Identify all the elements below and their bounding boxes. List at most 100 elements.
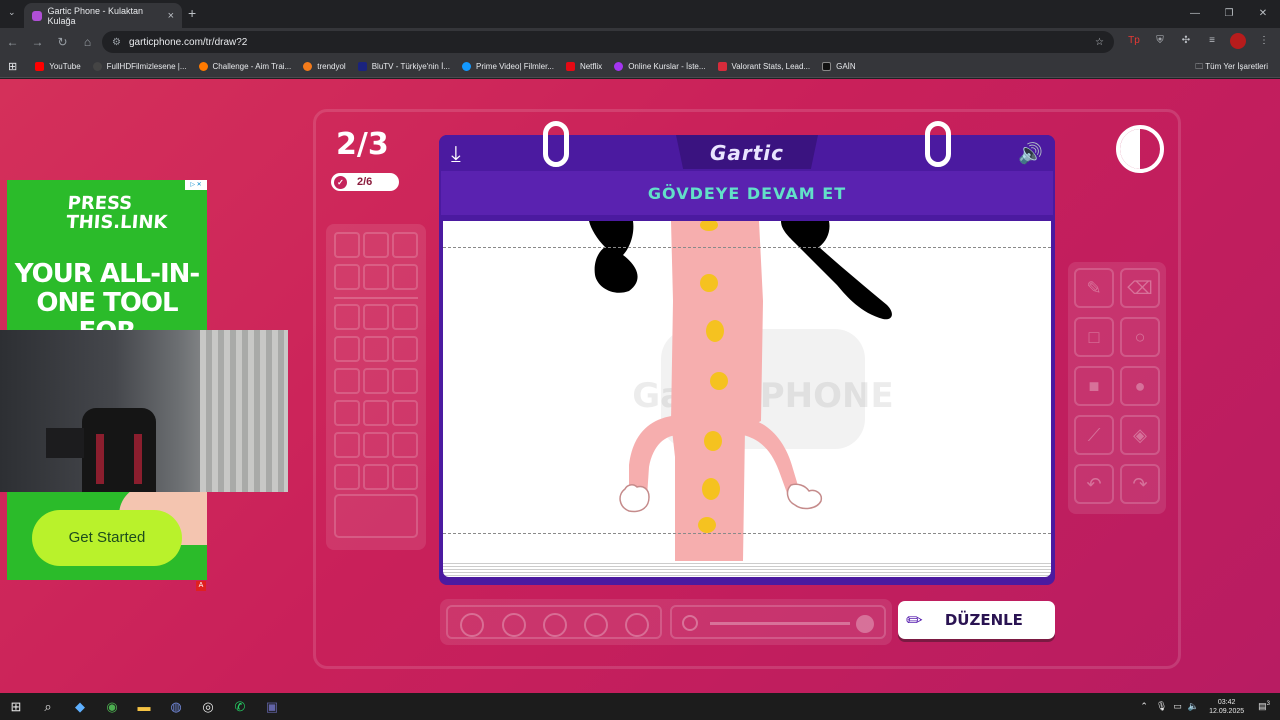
sound-icon[interactable]: 🔊 [1018, 141, 1043, 166]
color-swatch[interactable] [334, 264, 360, 290]
search-icon[interactable]: ⌕ [32, 699, 64, 715]
brush-size-option[interactable] [543, 613, 567, 637]
extensions-puzzle-icon[interactable]: ✣ [1178, 33, 1194, 49]
network-icon[interactable]: ▭ [1173, 701, 1182, 712]
brush-size-option[interactable] [502, 613, 526, 637]
reload-icon[interactable]: ↻ [50, 35, 75, 49]
color-swatch[interactable] [392, 464, 418, 490]
shield-extension-icon[interactable]: ⛨ [1152, 33, 1168, 49]
bookmark-aimtrainer[interactable]: Challenge - Aim Trai... [198, 62, 291, 71]
theme-toggle-icon[interactable] [1116, 125, 1164, 173]
clock[interactable]: 03:42 12.09.2025 [1209, 698, 1244, 716]
address-bar[interactable]: ⚙ garticphone.com/tr/draw?2 ☆ [102, 31, 1114, 53]
opacity-handle[interactable] [856, 615, 874, 633]
color-swatch[interactable] [334, 336, 360, 362]
color-swatch[interactable] [334, 432, 360, 458]
all-bookmarks-folder[interactable]: 🗀 Tüm Yer İşaretleri [1195, 61, 1268, 75]
microphone-icon[interactable]: 🎙 [1156, 701, 1167, 712]
ad-get-started-button[interactable]: Get Started [32, 510, 182, 566]
fill-bucket-tool-icon[interactable]: ◈ [1120, 415, 1160, 455]
color-swatch[interactable] [363, 232, 389, 258]
close-tab-icon[interactable]: × [168, 10, 174, 22]
forward-icon[interactable]: → [25, 35, 50, 49]
drawing-canvas[interactable]: Gartic PHONE [443, 221, 1051, 561]
bookmark-fullhd[interactable]: FullHDFilmizlesene |... [92, 62, 187, 71]
color-swatch[interactable] [392, 400, 418, 426]
color-swatch[interactable] [392, 336, 418, 362]
whatsapp-icon[interactable]: ✆ [224, 699, 256, 715]
home-icon[interactable]: ⌂ [75, 35, 100, 49]
color-swatch[interactable] [363, 400, 389, 426]
start-icon[interactable]: ⊞ [0, 699, 32, 715]
color-swatch[interactable] [392, 368, 418, 394]
discord-icon[interactable]: ◍ [160, 699, 192, 715]
media-control-icon[interactable]: ≡ [1204, 33, 1220, 49]
restore-icon[interactable]: ❐ [1212, 0, 1246, 28]
show-hidden-icons-icon[interactable]: ⌃ [1140, 701, 1148, 712]
filled-ellipse-tool-icon[interactable]: ● [1120, 366, 1160, 406]
drawing-right-hand [786, 483, 823, 510]
ad-choices-icon[interactable]: ▷ ✕ [185, 180, 207, 190]
tab-search-icon[interactable]: ⌄ [8, 7, 16, 18]
volume-icon[interactable]: 🔈 [1188, 701, 1199, 712]
rectangle-tool-icon[interactable]: □ [1074, 317, 1114, 357]
bookmark-trendyol[interactable]: trendyol [303, 62, 346, 71]
new-tab-icon[interactable]: + [188, 5, 196, 21]
redo-icon[interactable]: ↷ [1120, 464, 1160, 504]
bookmark-valorant[interactable]: Valorant Stats, Lead... [717, 62, 810, 71]
brush-size-option[interactable] [460, 613, 484, 637]
opacity-slider[interactable] [670, 605, 886, 639]
color-swatch[interactable] [363, 304, 389, 330]
color-swatch[interactable] [334, 304, 360, 330]
close-window-icon[interactable]: ✕ [1246, 0, 1280, 28]
brush-size-option[interactable] [625, 613, 649, 637]
bookmark-primevideo[interactable]: Prime Video| Filmler... [462, 62, 554, 71]
bookmark-blutv[interactable]: BluTV - Türkiye'nin İ... [357, 62, 450, 71]
teams-icon[interactable]: ▣ [256, 699, 288, 715]
bookmark-youtube[interactable]: YouTube [35, 62, 81, 71]
site-info-icon[interactable]: ⚙ [112, 37, 121, 48]
bookmarks-bar: ⊞ YouTube FullHDFilmizlesene |... Challe… [0, 56, 1280, 78]
minimize-icon[interactable]: — [1178, 0, 1212, 28]
gain-icon [822, 62, 832, 71]
copilot-icon[interactable]: ◆ [64, 699, 96, 715]
color-swatch[interactable] [392, 264, 418, 290]
color-swatch[interactable] [363, 336, 389, 362]
color-swatch[interactable] [392, 304, 418, 330]
color-swatch[interactable] [334, 368, 360, 394]
color-swatch[interactable] [363, 432, 389, 458]
color-swatch[interactable] [392, 232, 418, 258]
drawing-black-left-arm [589, 221, 638, 293]
download-icon[interactable]: ⤓ [451, 141, 461, 167]
browser-tab[interactable]: Gartic Phone - Kulaktan Kulağa × [24, 3, 182, 28]
brush-size-option[interactable] [584, 613, 608, 637]
filled-rectangle-tool-icon[interactable]: ■ [1074, 366, 1114, 406]
eraser-tool-icon[interactable]: ⌫ [1120, 268, 1160, 308]
color-swatch[interactable] [392, 432, 418, 458]
color-swatch[interactable] [334, 232, 360, 258]
color-swatch[interactable] [363, 264, 389, 290]
notifications-icon[interactable]: ▤3 [1258, 701, 1270, 712]
undo-icon[interactable]: ↶ [1074, 464, 1114, 504]
custom-color-swatch[interactable] [334, 494, 418, 538]
edit-button[interactable]: ✏ DÜZENLE [898, 601, 1055, 639]
color-swatch[interactable] [363, 368, 389, 394]
bookmark-star-icon[interactable]: ☆ [1095, 37, 1104, 48]
pen-tool-icon[interactable]: ✎ [1074, 268, 1114, 308]
back-icon[interactable]: ← [0, 35, 25, 49]
menu-kebab-icon[interactable]: ⋮ [1256, 33, 1272, 49]
color-swatch[interactable] [334, 400, 360, 426]
profile-avatar[interactable] [1230, 33, 1246, 49]
bookmark-udemy[interactable]: Online Kurslar - İste... [614, 62, 706, 71]
extension-tp-icon[interactable]: Tp [1126, 33, 1142, 49]
file-explorer-icon[interactable]: ▬ [128, 699, 160, 714]
color-swatch[interactable] [363, 464, 389, 490]
color-swatch[interactable] [334, 464, 360, 490]
ellipse-tool-icon[interactable]: ○ [1120, 317, 1160, 357]
app-icon[interactable]: ◎ [192, 699, 224, 715]
apps-grid-icon[interactable]: ⊞ [8, 60, 17, 73]
bookmark-gain[interactable]: GAİN [822, 62, 856, 71]
bookmark-netflix[interactable]: Netflix [565, 62, 602, 71]
line-tool-icon[interactable]: ⟋ [1074, 415, 1114, 455]
chrome-icon[interactable]: ◉ [96, 699, 128, 715]
